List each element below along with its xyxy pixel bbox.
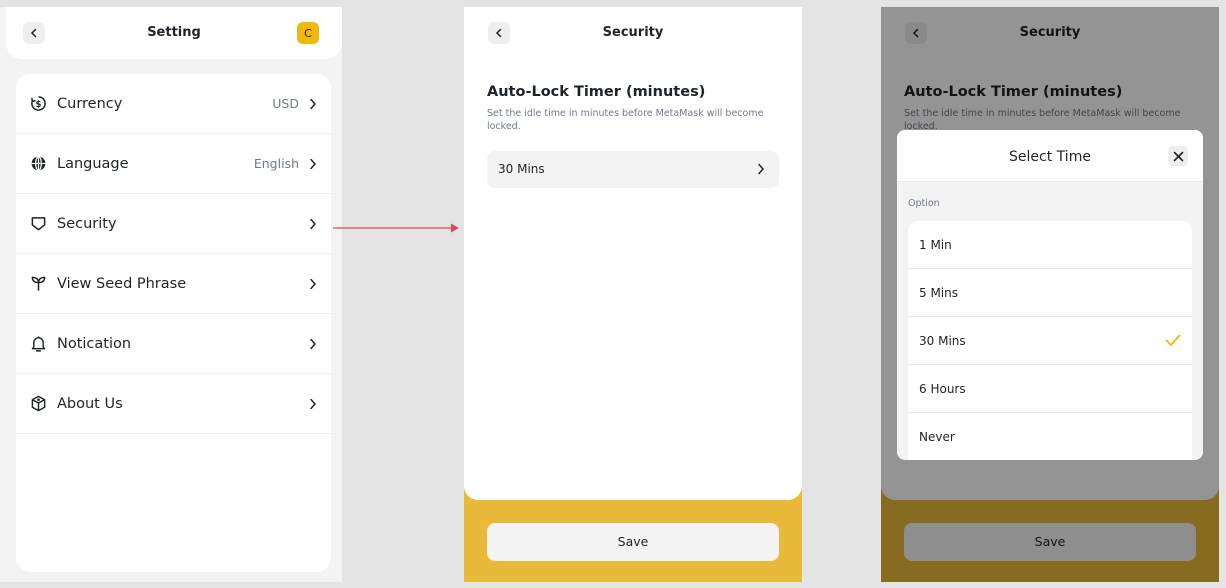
settings-item-currency[interactable]: $ Currency USD (16, 74, 331, 134)
settings-header: Setting C (6, 7, 342, 59)
page-title: Security (602, 25, 664, 40)
section-description: Set the idle time in minutes before Meta… (487, 108, 764, 132)
cube-icon (30, 395, 47, 412)
auto-lock-select[interactable]: 30 Mins (487, 151, 779, 188)
option-6-hours[interactable]: 6 Hours (908, 365, 1192, 413)
option-30-mins[interactable]: 30 Mins (908, 317, 1192, 365)
save-button[interactable]: Save (487, 523, 779, 561)
avatar[interactable]: C (297, 22, 319, 44)
chevron-right-icon (309, 338, 317, 350)
option-label: 1 Min (919, 238, 952, 252)
modal-header: Select Time (897, 130, 1203, 182)
security-screen: Security Auto-Lock Timer (minutes) Set t… (464, 7, 802, 582)
security-content: Security Auto-Lock Timer (minutes) Set t… (464, 7, 802, 500)
globe-icon (30, 155, 47, 172)
currency-icon: $ (30, 95, 47, 112)
chevron-right-icon (309, 398, 317, 410)
settings-item-seed-phrase[interactable]: View Seed Phrase (16, 254, 331, 314)
settings-item-notification[interactable]: Notication (16, 314, 331, 374)
option-label: 5 Mins (919, 286, 958, 300)
checkmark-icon (1165, 334, 1181, 346)
settings-item-security[interactable]: Security (16, 194, 331, 254)
chevron-right-icon (309, 278, 317, 290)
svg-text:$: $ (36, 100, 42, 110)
shield-icon (30, 215, 47, 232)
settings-item-value: USD (272, 96, 299, 111)
option-section-label: Option (908, 198, 940, 209)
settings-item-label: View Seed Phrase (57, 275, 187, 292)
settings-item-label: Language (57, 155, 129, 172)
select-time-modal: Select Time Option 1 Min 5 Mins 30 Mins … (897, 130, 1203, 460)
settings-item-label: Security (57, 215, 117, 232)
option-1-min[interactable]: 1 Min (908, 221, 1192, 269)
settings-item-label: Currency (57, 95, 123, 112)
chevron-right-icon (309, 158, 317, 170)
option-label: 30 Mins (919, 334, 966, 348)
auto-lock-value: 30 Mins (498, 162, 545, 176)
chevron-right-icon (758, 163, 765, 175)
seed-icon (30, 275, 47, 292)
option-list: 1 Min 5 Mins 30 Mins 6 Hours Never (908, 221, 1192, 460)
settings-item-label: Notication (57, 335, 132, 352)
settings-item-language[interactable]: Language English (16, 134, 331, 194)
option-never[interactable]: Never (908, 413, 1192, 460)
chevron-right-icon (309, 218, 317, 230)
close-button[interactable] (1168, 146, 1188, 166)
security-modal-screen: Security Auto-Lock Timer (minutes) Set t… (881, 7, 1219, 582)
settings-item-about-us[interactable]: About Us (16, 374, 331, 434)
settings-list: $ Currency USD Language English Security (16, 74, 331, 572)
section-title: Auto-Lock Timer (minutes) (487, 84, 706, 100)
bell-icon (30, 335, 47, 352)
settings-screen: Setting C $ Currency USD Language Englis… (0, 7, 342, 582)
option-label: Never (919, 430, 955, 444)
option-5-mins[interactable]: 5 Mins (908, 269, 1192, 317)
page-title: Setting (147, 25, 201, 40)
settings-item-value: English (253, 156, 299, 171)
close-icon (1173, 151, 1183, 161)
settings-item-label: About Us (57, 395, 123, 412)
option-label: 6 Hours (919, 382, 966, 396)
flow-arrow (333, 223, 459, 233)
chevron-right-icon (309, 98, 317, 110)
modal-title: Select Time (1009, 149, 1091, 165)
